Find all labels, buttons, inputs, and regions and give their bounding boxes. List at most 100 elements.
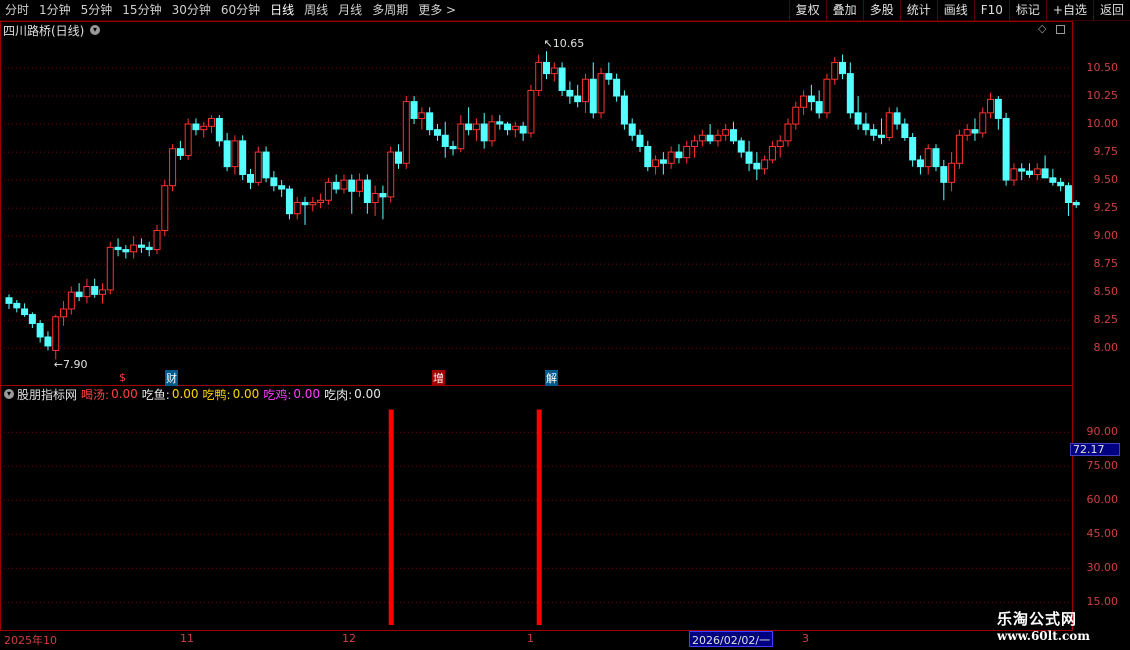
price-tick-label: 8.25 <box>1093 313 1119 327</box>
date-axis: 2025年10 11 12 1 2026/02/02/一 3 <box>0 630 1072 647</box>
candle-up <box>418 112 426 119</box>
candle-down <box>21 308 29 316</box>
candle-down <box>589 78 597 114</box>
indicator-header: ▾ 股朋指标网 喝汤: 0.00 吃鱼: 0.00 吃鸭: 0.00 吃鸡: 0… <box>0 386 385 402</box>
candle-up <box>597 73 605 114</box>
candle-down <box>441 134 449 147</box>
candle-down <box>870 129 878 136</box>
chevron-down-icon[interactable]: ▾ <box>4 389 14 399</box>
candle-down <box>114 246 122 251</box>
watermark-url: www.60lt.com <box>997 629 1090 643</box>
candle-down <box>628 123 636 136</box>
date-label: 12 <box>342 632 356 645</box>
price-tick-label: 9.00 <box>1093 229 1119 243</box>
candle-down <box>605 73 613 80</box>
candle-up <box>254 151 262 183</box>
candle-up <box>987 98 995 114</box>
candle-up <box>714 134 722 142</box>
candle-down <box>28 314 36 325</box>
candle-down <box>395 151 402 164</box>
event-marker-dollar[interactable]: $ <box>119 371 126 384</box>
candle-up <box>488 121 496 142</box>
candle-down <box>636 134 644 147</box>
low-price-label: ←7.90 <box>53 358 88 372</box>
candle-down <box>901 123 909 139</box>
candle-up <box>652 159 660 168</box>
candle-up <box>153 230 161 251</box>
candle-down <box>706 134 714 142</box>
candle-down <box>675 151 683 159</box>
indicator-value-3: 0.00 <box>232 387 260 401</box>
candle-up <box>784 123 792 142</box>
price-tick-label: 10.50 <box>1086 61 1119 75</box>
candle-up <box>340 179 348 190</box>
price-tick-label: 9.25 <box>1093 201 1119 215</box>
candle-up <box>52 316 60 351</box>
candle-up <box>324 181 332 201</box>
candle-down <box>285 188 293 215</box>
candle-down <box>44 336 52 347</box>
indicator-label-1: 喝汤: <box>81 387 110 402</box>
candle-down <box>745 151 753 164</box>
price-tick-label: 10.25 <box>1086 89 1119 103</box>
indicator-bar <box>536 409 542 625</box>
price-tick-label: 10.00 <box>1086 117 1119 131</box>
current-value: 72.17 <box>1073 443 1105 456</box>
candle-down <box>270 177 278 187</box>
candle-down <box>613 78 621 97</box>
date-label: 3 <box>802 632 809 645</box>
candle-up <box>885 112 893 138</box>
event-marker-unlock[interactable]: 解 <box>545 370 558 386</box>
candle-down <box>192 123 200 131</box>
candle-up <box>667 151 675 164</box>
candle-down <box>278 185 286 190</box>
candle-up <box>535 61 543 91</box>
candle-down <box>543 61 551 75</box>
candle-up <box>98 289 106 295</box>
candle-down <box>854 112 862 125</box>
indicator-tick-label: 90.00 <box>1086 425 1119 439</box>
candle-up <box>208 117 216 127</box>
candle-down <box>176 148 184 156</box>
date-label: 2025年10 <box>4 634 57 647</box>
candle-up <box>527 89 535 134</box>
candle-down <box>644 145 652 168</box>
candle-down <box>932 148 940 168</box>
candle-down <box>262 151 270 179</box>
candle-down <box>504 123 512 131</box>
candle-down <box>877 134 885 139</box>
candle-up <box>581 78 589 103</box>
indicator-tick-label: 45.00 <box>1086 527 1119 541</box>
candle-up <box>831 61 839 80</box>
event-marker-increase[interactable]: 增 <box>432 370 445 386</box>
candle-down <box>122 249 130 253</box>
price-tick-label: 9.75 <box>1093 145 1119 159</box>
date-label: 1 <box>527 632 534 645</box>
candle-up <box>683 145 691 159</box>
candle-up <box>1033 168 1041 175</box>
current-value-box: 72.17 <box>1070 443 1120 456</box>
right-info-strip <box>1120 21 1130 631</box>
indicator-tick-label: 30.00 <box>1086 561 1119 575</box>
candle-up <box>169 148 177 187</box>
candle-down <box>145 246 153 251</box>
candle-down <box>574 95 582 103</box>
candle-down <box>480 123 488 142</box>
candle-up <box>768 145 776 161</box>
candle-down <box>379 193 387 198</box>
price-tick-label: 8.50 <box>1093 285 1119 299</box>
candle-up <box>792 106 800 125</box>
indicator-label-3: 吃鸭: <box>202 387 231 402</box>
candle-down <box>1049 177 1057 183</box>
indicator-tick-label: 75.00 <box>1086 459 1119 473</box>
candle-down <box>1064 185 1072 203</box>
event-marker-finance[interactable]: 财 <box>165 370 178 386</box>
indicator-value-1: 0.00 <box>111 387 138 401</box>
candle-up <box>800 95 808 108</box>
candle-up <box>402 101 410 164</box>
candle-up <box>356 179 364 192</box>
candle-down <box>753 162 761 170</box>
candle-up <box>776 140 784 147</box>
cursor-date: 2026/02/02/一 <box>689 631 774 647</box>
candle-down <box>807 95 815 103</box>
